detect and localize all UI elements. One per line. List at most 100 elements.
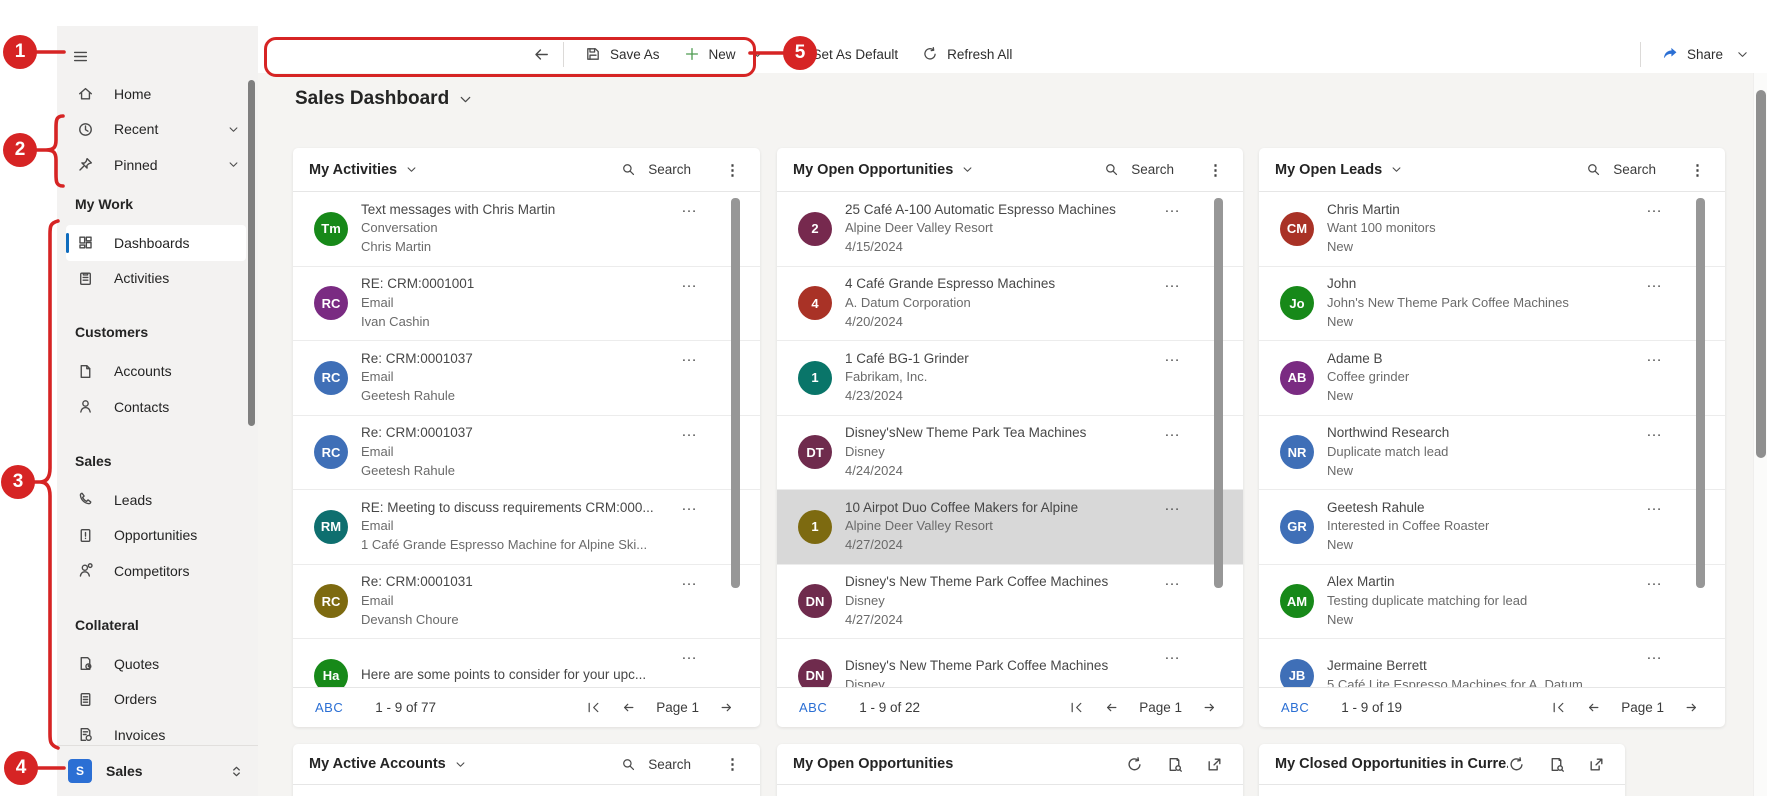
row-more-icon[interactable]: … bbox=[1158, 347, 1187, 367]
list-item[interactable]: Jo John John's New Theme Park Coffee Machi… bbox=[1259, 267, 1725, 341]
card-title[interactable]: My Open Opportunities bbox=[793, 162, 974, 178]
card-more-menu-button[interactable]: ⋮ bbox=[1690, 161, 1705, 179]
list-item[interactable]: DT Disney'sNew Theme Park Tea Machines Dis… bbox=[777, 416, 1243, 490]
menu-icon[interactable] bbox=[66, 42, 94, 70]
page-scrollbar-thumb[interactable] bbox=[1756, 90, 1766, 458]
row-more-icon[interactable]: … bbox=[1640, 645, 1669, 665]
sidebar-item-dashboards[interactable]: Dashboards bbox=[66, 225, 246, 261]
list-item[interactable]: AM Alex Martin Testing duplicate matching … bbox=[1259, 565, 1725, 639]
row-more-icon[interactable]: … bbox=[675, 347, 704, 367]
page-prev-button[interactable] bbox=[1104, 700, 1119, 715]
sidebar-item-accounts[interactable]: Accounts bbox=[66, 354, 246, 390]
list-item[interactable]: 1 10 Airpot Duo Coffee Makers for Alpine A… bbox=[777, 490, 1243, 565]
card-scrollbar[interactable] bbox=[1696, 198, 1705, 588]
row-more-icon[interactable]: … bbox=[675, 198, 704, 218]
row-more-icon[interactable]: … bbox=[1640, 571, 1669, 591]
list-item[interactable]: NR Northwind Research Duplicate match lead… bbox=[1259, 416, 1725, 490]
list-item[interactable]: RC Re: CRM:0001037 Email Geetesh Rahule… bbox=[293, 341, 760, 416]
card-title[interactable]: My Closed Opportunities in Curre... bbox=[1275, 756, 1508, 772]
sidebar-item-home[interactable]: Home bbox=[66, 76, 246, 112]
card-more-menu-button[interactable]: ⋮ bbox=[725, 755, 740, 773]
save-as-button[interactable]: Save As bbox=[573, 37, 672, 71]
card-search-button[interactable]: Search bbox=[1098, 161, 1180, 178]
row-more-icon[interactable]: … bbox=[1158, 645, 1187, 665]
jump-bar-abc[interactable]: ABC bbox=[315, 700, 343, 715]
page-prev-button[interactable] bbox=[621, 700, 636, 715]
sidebar-item-contacts[interactable]: Contacts bbox=[66, 389, 246, 425]
dashboard-title[interactable]: Sales Dashboard bbox=[295, 88, 473, 110]
row-more-icon[interactable]: … bbox=[675, 645, 704, 665]
row-more-icon[interactable]: … bbox=[675, 496, 704, 516]
list-item[interactable]: Ha Here are some points to consider for y… bbox=[293, 639, 760, 687]
list-item[interactable]: CM Chris Martin Want 100 monitors New… bbox=[1259, 192, 1725, 267]
sidebar-item-leads[interactable]: Leads bbox=[66, 482, 246, 518]
card-refresh-button[interactable] bbox=[1126, 756, 1143, 773]
row-more-icon[interactable]: … bbox=[1158, 496, 1187, 516]
card-more-menu-button[interactable]: ⋮ bbox=[725, 161, 740, 179]
card-report-button[interactable] bbox=[1166, 756, 1183, 773]
row-more-icon[interactable]: … bbox=[675, 273, 704, 293]
page-scrollbar[interactable] bbox=[1753, 73, 1767, 796]
sidebar-scrollbar[interactable] bbox=[248, 80, 255, 426]
list-item[interactable]: DN Disney's New Theme Park Coffee Machine… bbox=[777, 639, 1243, 687]
sidebar-item-recent[interactable]: Recent bbox=[66, 112, 246, 148]
card-search-button[interactable]: Search bbox=[615, 756, 697, 773]
card-report-button[interactable] bbox=[1548, 756, 1565, 773]
card-refresh-button[interactable] bbox=[1508, 756, 1525, 773]
sidebar-item-pinned[interactable]: Pinned bbox=[66, 147, 246, 183]
list-item[interactable]: RC RE: CRM:0001001 Email Ivan Cashin… bbox=[293, 267, 760, 341]
row-more-icon[interactable]: … bbox=[1158, 422, 1187, 442]
sidebar-item-competitors[interactable]: Competitors bbox=[66, 553, 246, 589]
row-more-icon[interactable]: … bbox=[1158, 273, 1187, 293]
page-first-button[interactable] bbox=[1551, 700, 1566, 715]
row-more-icon[interactable]: … bbox=[1640, 198, 1669, 218]
sidebar-item-quotes[interactable]: Quotes bbox=[66, 646, 246, 682]
card-scrollbar[interactable] bbox=[1214, 198, 1223, 588]
list-item[interactable]: Tm Text messages with Chris Martin Convers… bbox=[293, 192, 760, 267]
refresh-all-button[interactable]: Refresh All bbox=[910, 37, 1024, 71]
row-more-icon[interactable]: … bbox=[1158, 198, 1187, 218]
row-more-icon[interactable]: … bbox=[675, 422, 704, 442]
row-more-icon[interactable]: … bbox=[1640, 347, 1669, 367]
card-scrollbar[interactable] bbox=[731, 198, 740, 588]
row-more-icon[interactable]: … bbox=[675, 571, 704, 591]
sidebar-item-activities[interactable]: Activities bbox=[66, 261, 246, 297]
jump-bar-abc[interactable]: ABC bbox=[799, 700, 827, 715]
list-item[interactable]: RC Re: CRM:0001031 Email Devansh Choure… bbox=[293, 565, 760, 639]
area-switcher[interactable]: S Sales bbox=[57, 745, 258, 796]
page-next-button[interactable] bbox=[1684, 700, 1699, 715]
list-item[interactable]: GR Geetesh Rahule Interested in Coffee Roa… bbox=[1259, 490, 1725, 565]
list-item[interactable]: RM RE: Meeting to discuss requirements CR… bbox=[293, 490, 760, 565]
card-popout-button[interactable] bbox=[1206, 756, 1223, 773]
back-button[interactable] bbox=[528, 39, 554, 69]
list-item[interactable]: 1 1 Café BG-1 Grinder Fabrikam, Inc. 4/23/2… bbox=[777, 341, 1243, 416]
row-more-icon[interactable]: … bbox=[1158, 571, 1187, 591]
card-title[interactable]: My Activities bbox=[309, 162, 418, 178]
list-item[interactable]: 4 4 Café Grande Espresso Machines A. Datum… bbox=[777, 267, 1243, 341]
jump-bar-abc[interactable]: ABC bbox=[1281, 700, 1309, 715]
card-search-button[interactable]: Search bbox=[1580, 161, 1662, 178]
card-more-menu-button[interactable]: ⋮ bbox=[1208, 161, 1223, 179]
list-item[interactable]: 2 25 Café A-100 Automatic Espresso Machin… bbox=[777, 192, 1243, 267]
row-more-icon[interactable]: … bbox=[1640, 273, 1669, 293]
row-more-icon[interactable]: … bbox=[1640, 422, 1669, 442]
card-title[interactable]: My Open Leads bbox=[1275, 162, 1403, 178]
page-first-button[interactable] bbox=[586, 700, 601, 715]
card-title[interactable]: My Active Accounts bbox=[309, 756, 467, 772]
list-item[interactable]: RC Re: CRM:0001037 Email Geetesh Rahule… bbox=[293, 416, 760, 490]
list-item[interactable]: AB Adame B Coffee grinder New… bbox=[1259, 341, 1725, 416]
page-next-button[interactable] bbox=[1202, 700, 1217, 715]
list-item[interactable]: JB Jermaine Berrett 5 Café Lite Espresso M… bbox=[1259, 639, 1725, 687]
page-first-button[interactable] bbox=[1069, 700, 1084, 715]
card-search-button[interactable]: Search bbox=[615, 161, 697, 178]
card-title[interactable]: My Open Opportunities bbox=[793, 756, 953, 772]
new-button[interactable]: New bbox=[672, 37, 776, 71]
share-button[interactable]: Share bbox=[1650, 37, 1761, 71]
list-item[interactable]: DN Disney's New Theme Park Coffee Machine… bbox=[777, 565, 1243, 639]
page-prev-button[interactable] bbox=[1586, 700, 1601, 715]
card-popout-button[interactable] bbox=[1588, 756, 1605, 773]
page-next-button[interactable] bbox=[719, 700, 734, 715]
sidebar-item-opportunities[interactable]: Opportunities bbox=[66, 518, 246, 554]
sidebar-item-orders[interactable]: Orders bbox=[66, 682, 246, 718]
row-more-icon[interactable]: … bbox=[1640, 496, 1669, 516]
